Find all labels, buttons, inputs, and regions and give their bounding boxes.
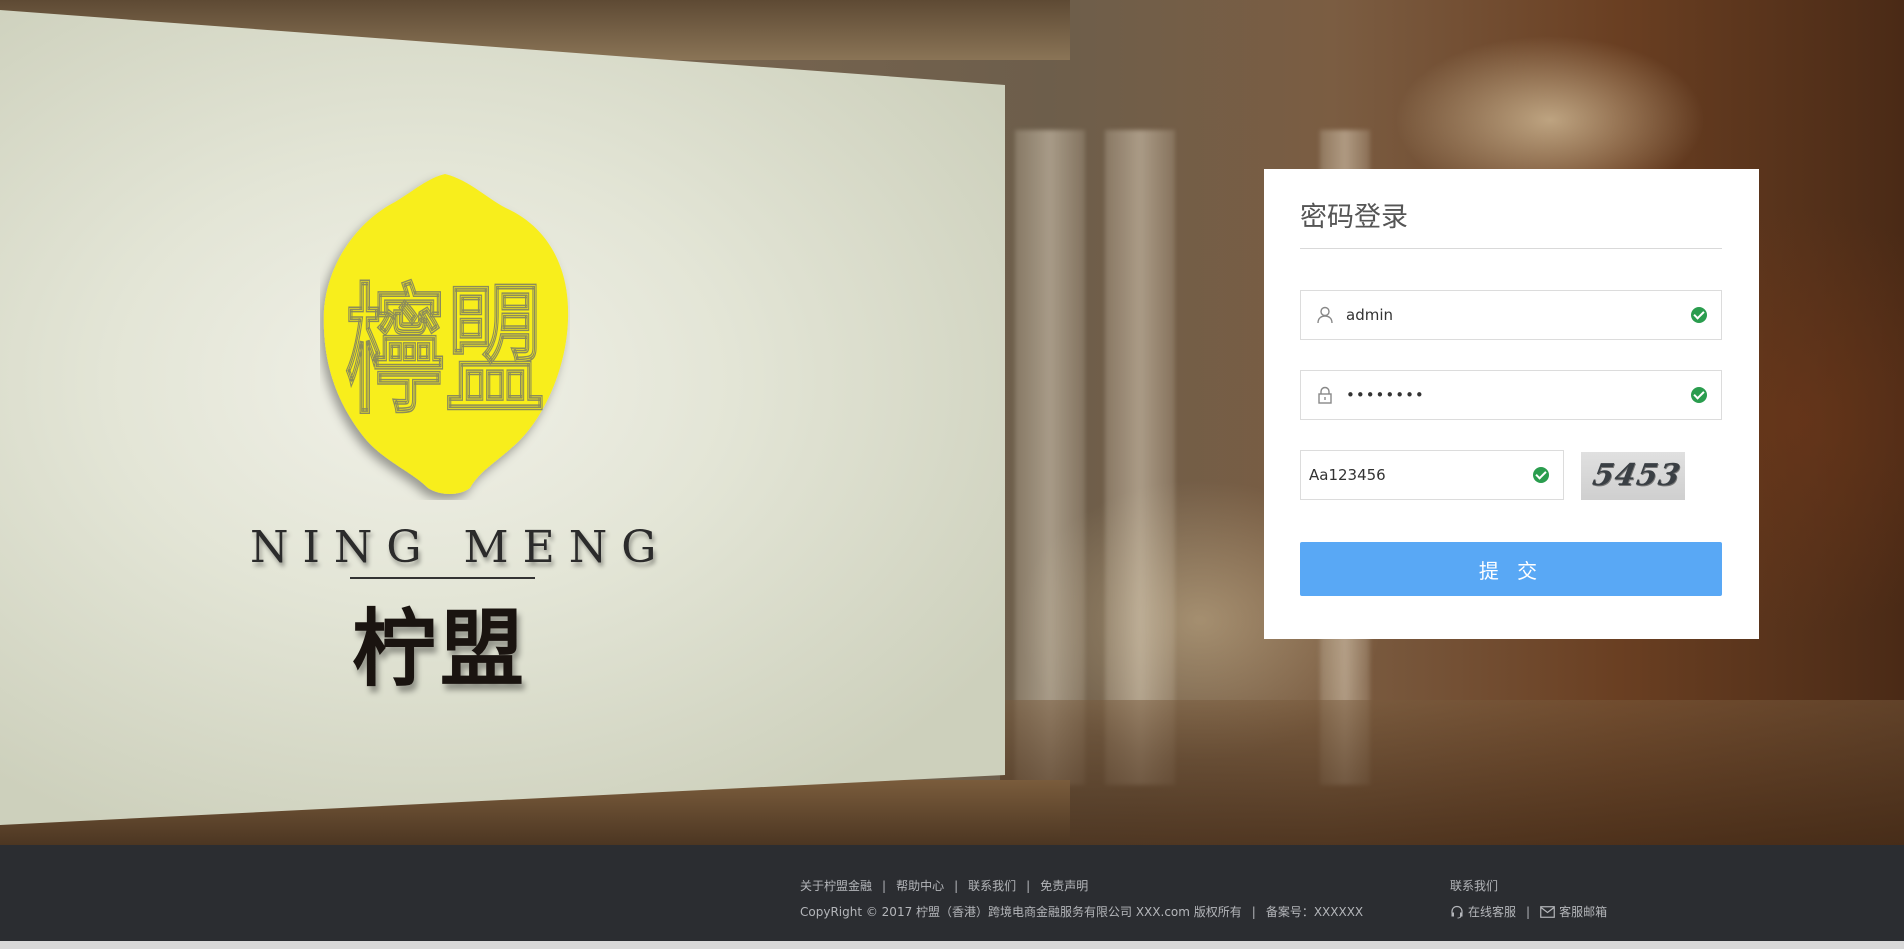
footer-link-separator: | <box>1251 905 1256 919</box>
login-card: 密码登录 5453 提 交 <box>1264 169 1759 639</box>
username-input[interactable] <box>1346 291 1681 339</box>
background-pillar <box>1015 130 1085 785</box>
lemon-logo-icon: 檸盟 <box>323 174 569 494</box>
username-field <box>1300 290 1722 340</box>
username-valid-icon <box>1691 307 1707 323</box>
footer-link-contact[interactable]: 联系我们 <box>968 879 1016 893</box>
brand-divider <box>350 577 535 579</box>
brand-chinese-name: 柠盟 <box>352 599 529 698</box>
captcha-valid-icon <box>1533 467 1549 483</box>
background-pillar <box>1105 130 1175 785</box>
record-number: 备案号：XXXXXX <box>1265 905 1364 919</box>
footer: 关于柠盟金融 | 帮助中心 | 联系我们 | 免责声明 CopyRight © 2017 柠… <box>0 845 1904 941</box>
background-floor <box>1000 700 1904 845</box>
copyright-text: CopyRight © 2017 柠盟（香港）跨境电商金融服务有限公司 XXX.… <box>800 905 1242 919</box>
contact-title: 联系我们 <box>1450 879 1499 893</box>
footer-link-separator: | <box>954 879 959 893</box>
footer-link-separator: | <box>1526 904 1531 919</box>
password-input[interactable] <box>1346 371 1681 419</box>
footer-link-disclaimer[interactable]: 免责声明 <box>1040 879 1088 893</box>
captcha-field <box>1300 450 1564 500</box>
contact-links: 在线客服 | 客服邮箱 <box>1450 903 1607 920</box>
service-email-label: 客服邮箱 <box>1559 905 1608 919</box>
bottom-strip <box>0 941 1904 949</box>
footer-link-help[interactable]: 帮助中心 <box>896 879 944 893</box>
online-service-label: 在线客服 <box>1468 905 1517 919</box>
lock-icon <box>1318 386 1332 404</box>
mail-icon <box>1540 905 1555 918</box>
footer-link-separator: | <box>882 879 887 893</box>
captcha-input[interactable] <box>1309 451 1523 499</box>
captcha-text: 5453 <box>1589 458 1684 493</box>
captcha-image[interactable]: 5453 <box>1581 452 1685 500</box>
brand-english-name: NING MENG <box>250 522 671 573</box>
title-divider <box>1300 248 1722 249</box>
login-title: 密码登录 <box>1300 202 1408 233</box>
user-icon <box>1317 306 1333 324</box>
footer-link-separator: | <box>1026 879 1031 893</box>
password-valid-icon <box>1691 387 1707 403</box>
logo-wall: 檸盟 NING MENG 柠盟 <box>0 10 1005 825</box>
footer-link-about[interactable]: 关于柠盟金融 <box>800 879 872 893</box>
headset-icon <box>1451 905 1463 918</box>
service-email-link[interactable]: 客服邮箱 <box>1540 903 1607 920</box>
footer-copyright-line: CopyRight © 2017 柠盟（香港）跨境电商金融服务有限公司 XXX.… <box>800 903 1363 920</box>
online-service-link[interactable]: 在线客服 <box>1450 903 1516 920</box>
submit-button[interactable]: 提 交 <box>1300 542 1722 596</box>
password-field <box>1300 370 1722 420</box>
footer-links: 关于柠盟金融 | 帮助中心 | 联系我们 | 免责声明 <box>800 877 1088 894</box>
logo-character: 檸盟 <box>345 270 545 434</box>
